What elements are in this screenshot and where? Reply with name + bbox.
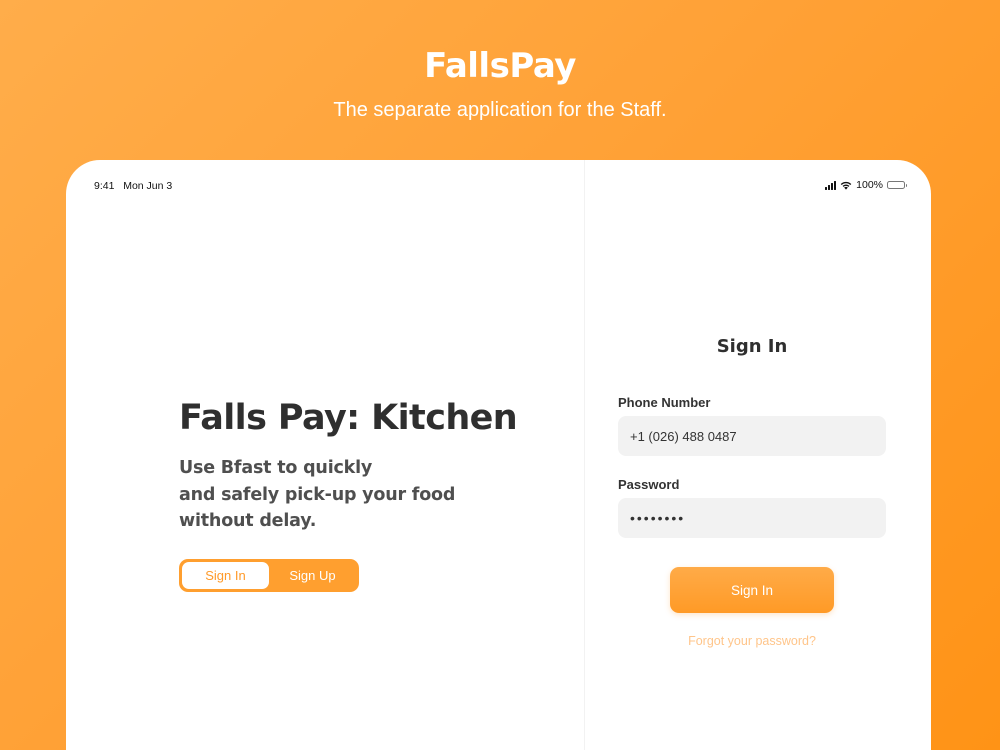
app-title: Falls Pay: Kitchen <box>179 398 518 438</box>
phone-field[interactable] <box>618 416 886 456</box>
welcome-pane: Falls Pay: Kitchen Use Bfast to quickly … <box>66 160 584 750</box>
tablet-screen: 9:41 Mon Jun 3 100% Falls Pay: Kitchen U… <box>66 160 931 750</box>
tagline-line-2: and safely pick-up your food <box>179 484 456 505</box>
password-field[interactable] <box>618 498 886 538</box>
page-subtitle: The separate application for the Staff. <box>333 99 667 121</box>
phone-label: Phone Number <box>618 395 711 410</box>
tagline-line-3: without delay. <box>179 511 317 531</box>
segment-sign-up[interactable]: Sign Up <box>269 562 356 589</box>
signin-pane: Sign In Phone Number Password Sign In Fo… <box>585 160 931 750</box>
signin-heading: Sign In <box>716 336 788 357</box>
tagline-line-1: Use Bfast to quickly <box>179 458 373 478</box>
page-title: FallsPay <box>424 46 576 86</box>
sign-in-button[interactable]: Sign In <box>670 567 834 613</box>
segment-sign-in[interactable]: Sign In <box>182 562 269 589</box>
tagline: Use Bfast to quickly and safely pick-up … <box>179 455 455 535</box>
auth-mode-toggle: Sign In Sign Up <box>179 559 359 592</box>
password-label: Password <box>618 477 680 492</box>
forgot-password-link[interactable]: Forgot your password? <box>585 634 919 648</box>
